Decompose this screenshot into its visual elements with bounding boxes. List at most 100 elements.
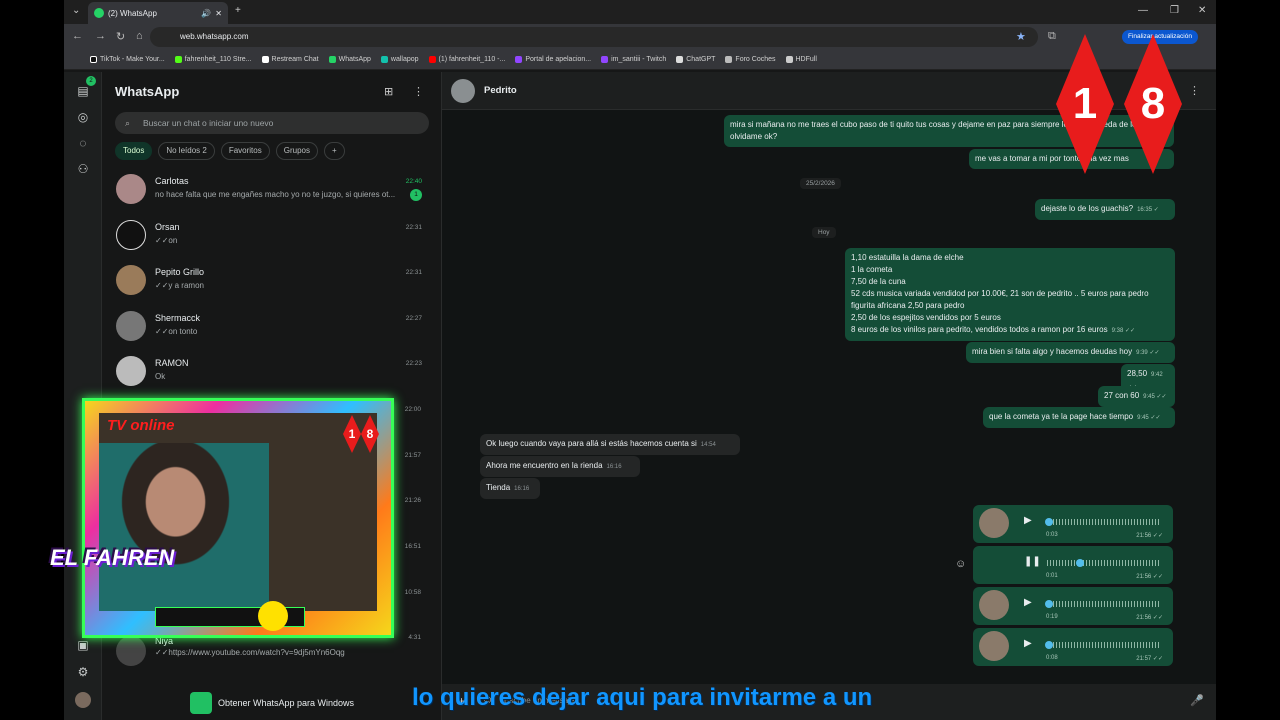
message-line: 8 euros de los vinilos para pedrito, ven…	[851, 325, 1108, 334]
play-icon[interactable]: ▶	[1024, 638, 1032, 649]
bookmark-star-icon[interactable]: ★	[1016, 30, 1026, 43]
home-icon[interactable]: ⌂	[136, 30, 143, 42]
seek-handle[interactable]	[1045, 518, 1053, 526]
add-filter-button[interactable]: +	[323, 142, 345, 160]
play-icon[interactable]: ▶	[1024, 597, 1032, 608]
message-text: Ok luego cuando vaya para allá si estás …	[486, 439, 697, 448]
message-line: 52 cds musica variada vendidod por 10.00…	[851, 289, 1149, 298]
mute-icon[interactable]: 🔊	[201, 9, 211, 18]
chat-name: RAMON	[155, 358, 189, 368]
update-button[interactable]: Finalizar actualización	[1122, 30, 1198, 44]
voice-duration: 0:03	[1046, 532, 1058, 538]
message-line: 2,50 de los espejitos vendidos por 5 eur…	[851, 313, 1001, 322]
chat-name: Orsan	[155, 221, 180, 232]
bookmark-item[interactable]: HDFull	[785, 56, 817, 63]
message-time: 9:45 ✓✓	[1143, 394, 1167, 400]
chat-time: 10:58	[404, 589, 421, 596]
pause-icon[interactable]: ❚❚	[1024, 556, 1041, 567]
voice-duration: 0:19	[1046, 614, 1058, 620]
filter-groups[interactable]: Grupos	[275, 142, 318, 160]
get-windows-app-button[interactable]: Obtener WhatsApp para Windows	[102, 686, 442, 720]
filter-unread[interactable]: No leídos 2	[158, 142, 215, 160]
message-line: 7,50 de la cuna	[851, 277, 906, 286]
new-tab-icon[interactable]: +	[235, 5, 241, 16]
message-time: 9:45 ✓✓	[1137, 415, 1161, 421]
forward-icon[interactable]: →	[95, 30, 106, 42]
bookmark-item[interactable]: fahrenheit_110 Stre...	[174, 56, 252, 63]
minimize-icon[interactable]: —	[1138, 5, 1148, 16]
tab-title: (2) WhatsApp	[108, 8, 157, 18]
waveform	[1047, 642, 1159, 648]
voice-message[interactable]: ▶ 0:08 21:57 ✓✓	[973, 628, 1173, 666]
chat-name: Pepito Grillo	[155, 267, 205, 277]
bookmark-item[interactable]: Portal de apelacion...	[515, 56, 591, 63]
settings-gear-icon[interactable]: ⚙	[75, 665, 91, 681]
date-separator: 25/2/2026	[800, 178, 841, 189]
chat-item[interactable]: Carlotas no hace falta que me engañes ma…	[102, 168, 442, 214]
search-input[interactable]: ⌕ Buscar un chat o iniciar uno nuevo	[115, 112, 429, 134]
filter-favorites[interactable]: Favoritos	[220, 142, 270, 160]
emoji-react-icon[interactable]: ☺	[955, 558, 966, 570]
close-tab-icon[interactable]: ✕	[215, 9, 222, 18]
microphone-icon[interactable]: 🎤	[1190, 694, 1204, 707]
bookmark-item[interactable]: wallapop	[380, 56, 419, 63]
chat-time: 22:40	[405, 178, 422, 185]
outgoing-message: mira bien si falta algo y hacemos deudas…	[966, 342, 1175, 363]
chat-item[interactable]: Shermacck ✓✓on tonto 22:27	[102, 305, 442, 351]
incoming-message: Ahora me encuentro en la rienda 16:16	[480, 456, 640, 477]
chat-time: 22:31	[405, 223, 422, 231]
tab-search-icon[interactable]: ⌄	[72, 5, 80, 16]
unread-badge: 1	[410, 189, 422, 201]
profile-avatar[interactable]	[75, 692, 91, 708]
voice-message[interactable]: ▶ 0:19 21:56 ✓✓	[973, 587, 1173, 625]
bookmark-item[interactable]: WhatsApp	[328, 56, 371, 63]
message-line: 1 la cometa	[851, 265, 893, 274]
bookmark-item[interactable]: ChatGPT	[676, 56, 715, 63]
menu-kebab-icon[interactable]: ⋮	[413, 85, 424, 98]
streamer-video	[99, 443, 269, 611]
seek-handle[interactable]	[1045, 600, 1053, 608]
bookmark-item[interactable]: im_santiii - Twitch	[601, 56, 666, 63]
url-field[interactable]: web.whatsapp.com	[150, 27, 1038, 47]
new-chat-icon[interactable]: ⊞	[384, 85, 393, 98]
outgoing-message: me vas a tomar a mi por tonto una vez ma…	[969, 149, 1174, 169]
voice-message[interactable]: ▶ 0:03 21:56 ✓✓	[973, 505, 1173, 543]
bookmark-item[interactable]: (1) fahrenheit_110 -...	[428, 56, 505, 63]
bookmark-item[interactable]: Restream Chat	[261, 56, 319, 63]
contact-name[interactable]: Pedrito	[484, 85, 517, 96]
sender-avatar	[979, 508, 1009, 538]
communities-icon[interactable]: ⚇	[75, 162, 91, 178]
chat-item[interactable]: RAMON Ok 22:23	[102, 350, 442, 396]
browser-tab[interactable]: (2) WhatsApp 🔊 ✕	[88, 2, 228, 24]
chat-menu-icon[interactable]: ⋮	[1189, 84, 1200, 97]
message-time: 16:35 ✓	[1137, 207, 1159, 213]
chats-icon[interactable]: ▤	[75, 84, 91, 100]
bookmark-item[interactable]: TikTok - Make Your...	[90, 56, 165, 63]
chat-item[interactable]: Pepito Grillo ✓✓y a ramon 22:31	[102, 259, 442, 305]
voice-message[interactable]: ❚❚ 0:01 21:56 ✓✓	[973, 546, 1173, 584]
avatar	[116, 265, 146, 295]
play-icon[interactable]: ▶	[1024, 515, 1032, 526]
bookmarks-bar: TikTok - Make Your... fahrenheit_110 Str…	[64, 50, 1216, 70]
close-window-icon[interactable]: ✕	[1198, 5, 1206, 16]
message-time: 21:56 ✓✓	[1136, 574, 1163, 580]
message-time: 9:39 ✓✓	[1136, 350, 1160, 356]
seek-handle[interactable]	[1076, 559, 1084, 567]
maximize-icon[interactable]: ❐	[1170, 5, 1179, 16]
outgoing-message: 27 con 60 9:45 ✓✓	[1098, 386, 1175, 407]
status-icon[interactable]: ◎	[75, 110, 91, 126]
chat-item[interactable]: Orsan ✓✓on 22:31	[102, 214, 442, 260]
media-icon[interactable]: ▣	[75, 638, 91, 654]
bookmark-item[interactable]: Foro Coches	[725, 56, 776, 63]
extensions-icon[interactable]: ⧉	[1048, 30, 1056, 43]
channels-icon[interactable]: ◌	[75, 136, 91, 152]
back-icon[interactable]: ←	[72, 30, 83, 42]
contact-avatar[interactable]	[451, 79, 475, 103]
sender-avatar	[979, 631, 1009, 661]
chat-time: 21:26	[404, 497, 421, 504]
seek-handle[interactable]	[1045, 641, 1053, 649]
filter-all[interactable]: Todos	[115, 142, 153, 160]
reload-icon[interactable]: ↻	[116, 30, 125, 43]
message-time: 14:54	[700, 442, 716, 448]
avatar	[116, 219, 146, 250]
